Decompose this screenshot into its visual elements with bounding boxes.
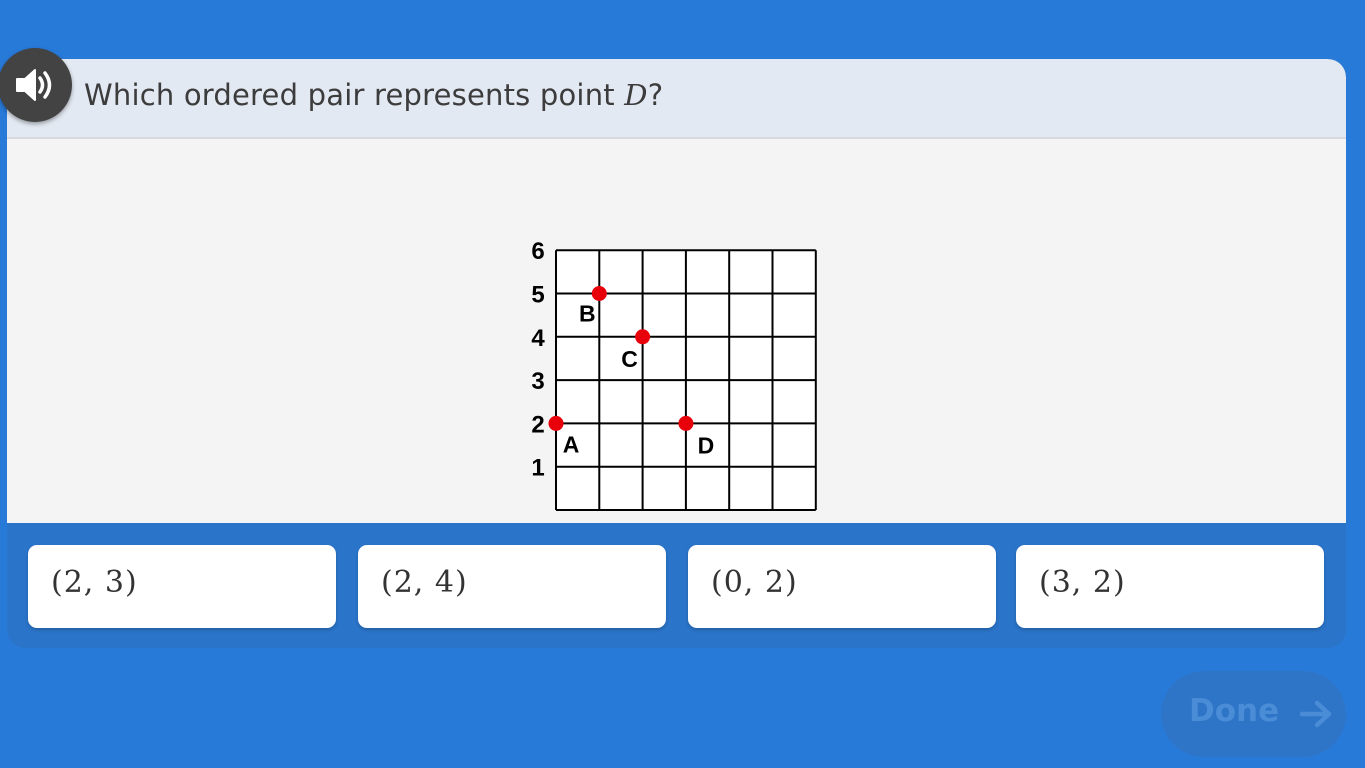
question-header: Which ordered pair represents point D? [7, 59, 1346, 139]
choice-button-4[interactable]: (3, 2) [1016, 545, 1324, 628]
point-label: B [579, 301, 596, 327]
question-text: Which ordered pair represents point D? [84, 78, 663, 112]
choice-button-2[interactable]: (2, 4) [358, 545, 666, 628]
y-tick-label: 1 [531, 455, 544, 482]
done-button[interactable]: Done [1161, 671, 1346, 757]
point-c [635, 329, 651, 345]
y-tick-label: 6 [531, 238, 544, 265]
choice-label: (0, 2) [711, 565, 798, 600]
y-tick-label: 5 [531, 282, 544, 309]
question-text-after: ? [647, 78, 664, 112]
choice-label: (2, 4) [381, 565, 468, 600]
choice-button-3[interactable]: (0, 2) [688, 545, 996, 628]
question-variable: D [624, 78, 648, 112]
choice-button-1[interactable]: (2, 3) [28, 545, 336, 628]
arrow-right-icon [1299, 700, 1332, 728]
point-b [591, 286, 607, 301]
question-text-before: Which ordered pair represents point [84, 78, 625, 112]
audio-button[interactable] [0, 48, 72, 122]
answer-choices: (2, 3) (2, 4) (0, 2) (3, 2) [28, 545, 1325, 628]
y-tick-label: 2 [531, 411, 544, 438]
figure-area: 0123456123456ABCD [7, 139, 1346, 523]
choice-label: (3, 2) [1039, 565, 1126, 600]
point-label: D [698, 432, 715, 458]
coordinate-grid-chart: 0123456123456ABCD [531, 238, 817, 511]
point-label: C [621, 346, 638, 372]
point-d [678, 415, 694, 431]
y-tick-label: 4 [531, 325, 545, 352]
choice-label: (2, 3) [51, 565, 138, 600]
point-label: A [563, 431, 580, 457]
y-tick-label: 3 [531, 368, 544, 395]
point-a [548, 415, 564, 431]
speaker-volume-icon [16, 69, 52, 101]
done-label: Done [1189, 693, 1280, 729]
